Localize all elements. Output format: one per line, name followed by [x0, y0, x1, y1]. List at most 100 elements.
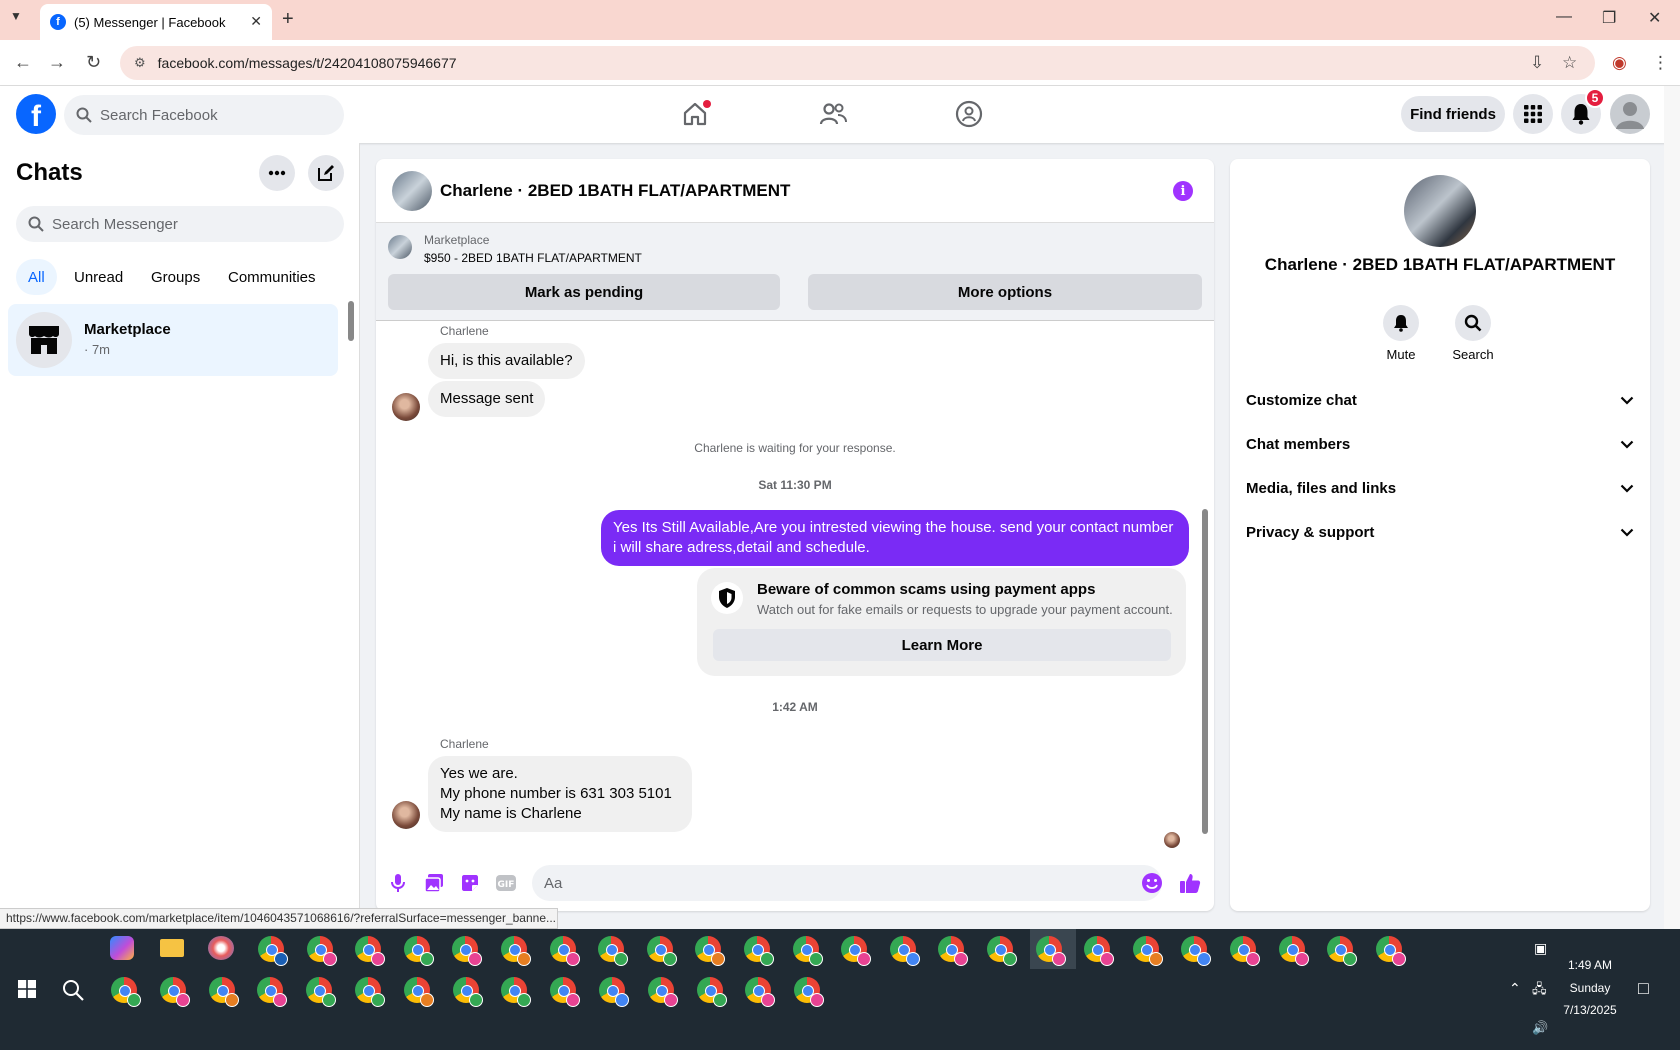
chrome-taskbar-icon[interactable] — [1035, 936, 1066, 966]
file-explorer-icon[interactable] — [160, 939, 184, 957]
page-scrollbar[interactable] — [1664, 86, 1680, 929]
account-avatar[interactable] — [1610, 94, 1650, 134]
charlene-avatar[interactable] — [392, 393, 420, 421]
chrome-taskbar-icon[interactable] — [257, 977, 288, 1007]
filter-all[interactable]: All — [16, 259, 57, 295]
chrome-taskbar-icon[interactable] — [208, 977, 239, 1007]
chrome-taskbar-icon[interactable] — [599, 977, 629, 1007]
chrome-taskbar-icon[interactable] — [696, 977, 727, 1007]
mark-as-pending-button[interactable]: Mark as pending — [388, 274, 780, 310]
filter-unread[interactable]: Unread — [62, 259, 135, 295]
chrome-taskbar-icon[interactable] — [695, 936, 726, 966]
browser-tab[interactable]: f (5) Messenger | Facebook ✕ — [40, 4, 272, 40]
filter-communities[interactable]: Communities — [216, 259, 328, 295]
gif-icon[interactable]: GIF — [494, 871, 518, 895]
chrome-taskbar-icon[interactable] — [452, 977, 483, 1007]
chat-members-section[interactable]: Chat members — [1246, 426, 1634, 462]
clock-date[interactable]: 7/13/2025 — [1560, 1003, 1620, 1017]
conversation-scrollbar[interactable] — [1202, 509, 1208, 834]
window-close-icon[interactable]: ✕ — [1648, 8, 1661, 28]
listing-avatar[interactable] — [392, 171, 432, 211]
chrome-taskbar-icon[interactable] — [938, 936, 969, 966]
messenger-search-input[interactable]: Search Messenger — [16, 206, 344, 242]
search-in-conversation-button[interactable]: Search — [1443, 305, 1503, 362]
privacy-support-section[interactable]: Privacy & support — [1246, 514, 1634, 550]
chrome-taskbar-icon[interactable] — [647, 977, 678, 1007]
message-input[interactable]: Aa — [532, 865, 1162, 901]
browser-menu-icon[interactable]: ⋮ — [1652, 53, 1669, 73]
restore-icon[interactable]: ❐ — [1602, 8, 1616, 28]
more-options-button[interactable]: More options — [808, 274, 1202, 310]
photo-icon[interactable] — [422, 871, 446, 895]
learn-more-button[interactable]: Learn More — [713, 629, 1171, 661]
customize-chat-section[interactable]: Customize chat — [1246, 382, 1634, 418]
clock-time[interactable]: 1:49 AM — [1560, 958, 1620, 972]
chrome-taskbar-icon[interactable] — [452, 936, 483, 966]
microphone-icon[interactable] — [386, 871, 410, 895]
chrome-taskbar-icon[interactable] — [1132, 936, 1163, 966]
notification-center-icon[interactable]: □ — [1638, 978, 1649, 999]
chrome-taskbar-icon[interactable] — [549, 936, 580, 966]
chrome-taskbar-icon[interactable] — [1278, 936, 1309, 966]
mute-button[interactable]: Mute — [1371, 305, 1431, 362]
back-icon[interactable]: ← — [14, 52, 32, 73]
chrome-taskbar-icon[interactable] — [841, 936, 872, 966]
clock-day[interactable]: Sunday — [1560, 981, 1620, 995]
volume-icon[interactable]: 🔊 — [1532, 1020, 1548, 1036]
charlene-avatar[interactable] — [392, 801, 420, 829]
reload-icon[interactable]: ↻ — [86, 52, 101, 73]
tray-chevron-icon[interactable]: ⌃ — [1509, 980, 1521, 997]
thumbs-up-icon[interactable] — [1178, 871, 1202, 895]
chrome-taskbar-icon[interactable] — [889, 936, 920, 966]
bookmark-star-icon[interactable]: ☆ — [1562, 53, 1577, 73]
chrome-taskbar-icon[interactable] — [598, 936, 629, 966]
find-friends-button[interactable]: Find friends — [1401, 96, 1505, 132]
conversation-title[interactable]: Charlene · 2BED 1BATH FLAT/APARTMENT — [440, 181, 790, 201]
tab-close-icon[interactable]: ✕ — [250, 13, 262, 30]
forward-icon[interactable]: → — [48, 52, 66, 73]
install-app-icon[interactable]: ⇩ — [1530, 53, 1544, 73]
chrome-taskbar-icon[interactable] — [1327, 936, 1358, 966]
chat-options-icon[interactable] — [259, 155, 295, 191]
chrome-taskbar-icon[interactable] — [745, 977, 776, 1007]
chrome-taskbar-icon[interactable] — [792, 936, 823, 966]
chrome-taskbar-icon[interactable] — [1375, 936, 1406, 966]
chrome-taskbar-icon[interactable] — [258, 936, 288, 966]
chrome-taskbar-icon[interactable] — [987, 936, 1017, 966]
filter-groups[interactable]: Groups — [139, 259, 212, 295]
chrome-taskbar-icon[interactable] — [403, 936, 434, 966]
listing-price[interactable]: $950 - 2BED 1BATH FLAT/APARTMENT — [424, 251, 642, 265]
new-tab-icon[interactable]: + — [282, 8, 294, 31]
chrome-taskbar-icon[interactable] — [1181, 936, 1212, 966]
chrome-taskbar-icon[interactable] — [744, 936, 774, 966]
chrome-taskbar-icon[interactable] — [306, 977, 337, 1007]
sidebar-scrollbar[interactable] — [348, 301, 354, 341]
network-icon[interactable]: 🖧 — [1532, 980, 1547, 1002]
message-bubble[interactable]: Message sent — [428, 381, 546, 417]
chrome-taskbar-icon[interactable] — [403, 977, 434, 1007]
chrome-taskbar-icon[interactable] — [306, 936, 337, 966]
facebook-search-input[interactable]: Search Facebook — [64, 95, 344, 135]
chrome-taskbar-icon[interactable] — [1230, 936, 1260, 966]
chrome-taskbar-icon[interactable] — [1084, 936, 1115, 966]
copilot-icon[interactable] — [110, 936, 134, 960]
chrome-taskbar-icon[interactable] — [501, 977, 532, 1007]
friends-icon[interactable] — [817, 98, 849, 130]
chat-list-item[interactable]: Marketplace · 7m — [8, 304, 338, 376]
url-bar[interactable]: ⚙ facebook.com/messages/t/24204108075946… — [120, 46, 1595, 80]
chrome-taskbar-icon[interactable] — [159, 977, 190, 1007]
windows-start-icon[interactable] — [18, 980, 36, 998]
minimize-icon[interactable]: — — [1556, 8, 1572, 26]
listing-profile-picture[interactable] — [1404, 175, 1476, 247]
listing-thumbnail[interactable] — [388, 235, 412, 259]
new-message-icon[interactable] — [308, 155, 344, 191]
message-bubble[interactable]: Yes we are. My phone number is 631 303 5… — [428, 756, 692, 832]
emoji-icon[interactable] — [1140, 871, 1164, 895]
media-files-links-section[interactable]: Media, files and links — [1246, 470, 1634, 506]
chrome-taskbar-icon[interactable] — [355, 936, 386, 966]
chrome-taskbar-icon[interactable] — [794, 977, 825, 1007]
message-bubble[interactable]: Hi, is this available? — [428, 343, 585, 379]
profile-icon[interactable]: ◉ — [1612, 53, 1627, 73]
taskbar-search-icon[interactable] — [62, 979, 84, 1006]
chrome-taskbar-icon[interactable] — [111, 977, 141, 1007]
